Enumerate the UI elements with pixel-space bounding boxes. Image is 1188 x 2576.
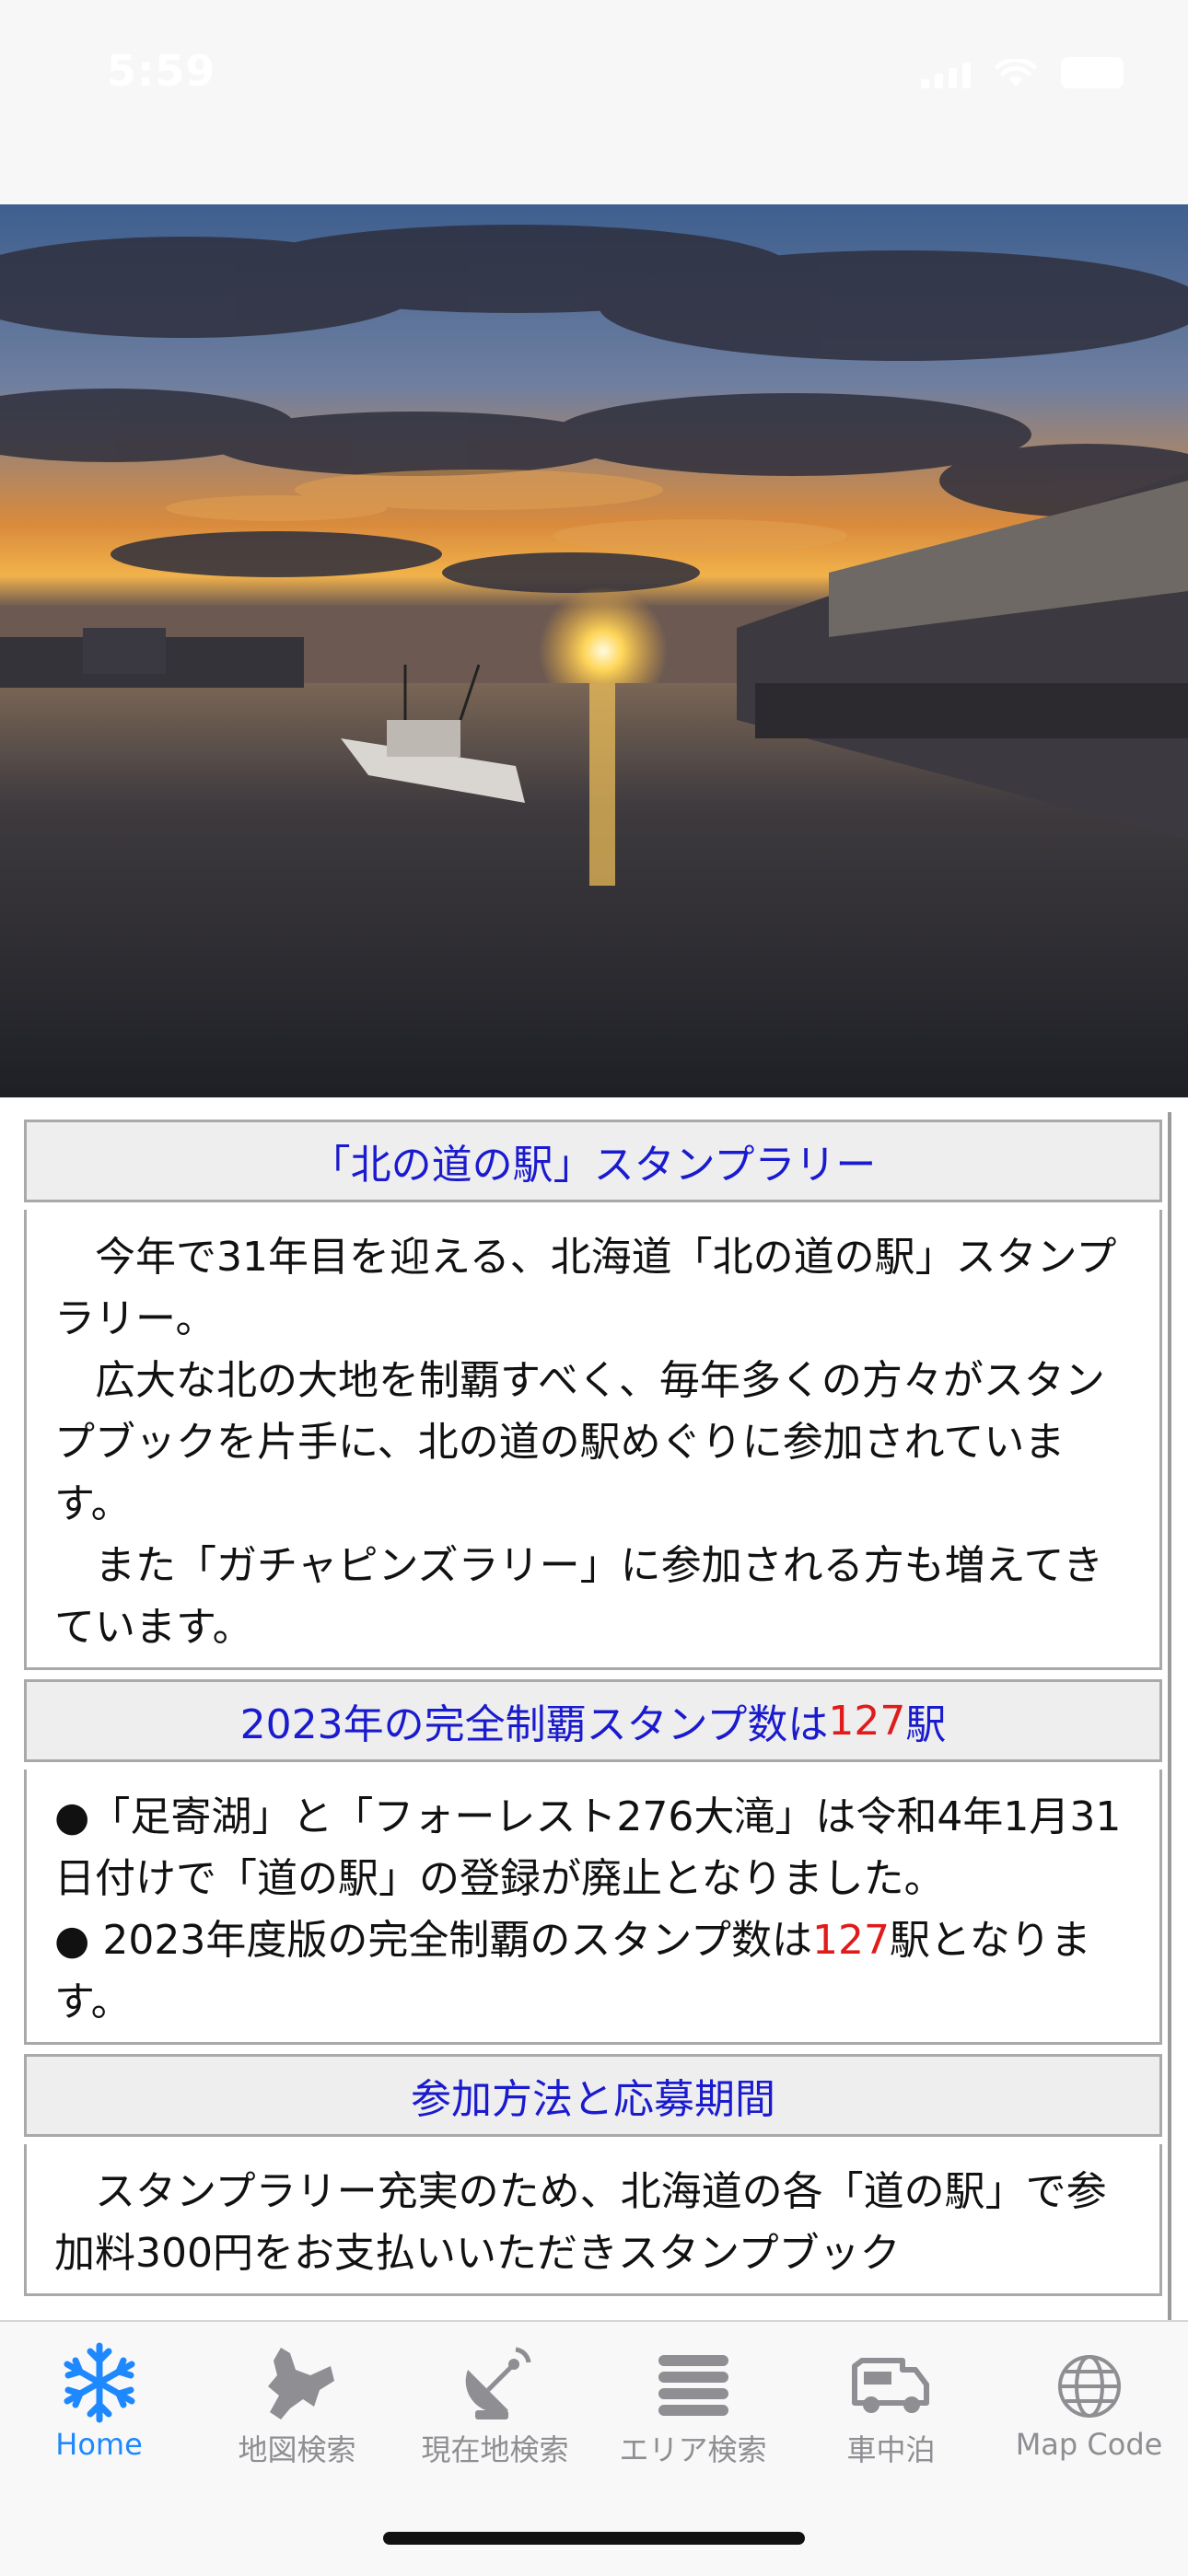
home-indicator[interactable] [383, 2532, 805, 2545]
tab-current-location[interactable]: 現在地検索 [396, 2338, 594, 2469]
stamp-count-title-suffix: 駅 [905, 1701, 947, 1748]
tab-car-camping[interactable]: 車中泊 [792, 2338, 990, 2469]
notice-bullet: ● 2023年度版の完全制覇のスタンプ数は127駅となります。 [54, 1909, 1132, 2033]
tab-label: Map Code [1015, 2427, 1163, 2462]
section-body-notices: ●「足寄湖」と「フォーレスト276大滝」は令和4年1月31日付けで「道の駅」の登… [24, 1770, 1162, 2045]
section-title-participation: 参加方法と応募期間 [24, 2054, 1162, 2137]
snowflake-icon [64, 2342, 134, 2423]
content-area: 「北の道の駅」スタンプラリー 今年で31年目を迎える、北海道「北の道の駅」スタン… [24, 1120, 1162, 2296]
globe-icon [1057, 2355, 1121, 2418]
tab-map-search[interactable]: 地図検索 [198, 2338, 396, 2469]
notice-bullet: ●「足寄湖」と「フォーレスト276大滝」は令和4年1月31日付けで「道の駅」の登… [54, 1793, 1122, 1902]
stamp-count-title-prefix: 2023年の完全制覇スタンプ数は [239, 1701, 829, 1748]
notice-stamp-count: 127 [812, 1917, 891, 1964]
section-body-participation: スタンプラリー充実のため、北海道の各「道の駅」で参加料300円をお支払いいただき… [24, 2144, 1162, 2296]
battery-icon [1061, 57, 1124, 88]
intro-paragraph: また「ガチャピンズラリー」に参加される方も増えてきています。 [54, 1542, 1104, 1651]
section-title-stamp-count: 2023年の完全制覇スタンプ数は 127 駅 [24, 1679, 1162, 1762]
stamp-count-value: 127 [828, 1697, 906, 1745]
notice-bullet-prefix: ● 2023年度版の完全制覇のスタンプ数は [54, 1917, 813, 1964]
section-title-stamp-rally: 「北の道の駅」スタンプラリー [24, 1120, 1162, 1202]
section-title-text: 「北の道の駅」スタンプラリー [309, 1142, 877, 1189]
tab-map-code[interactable]: Map Code [990, 2338, 1188, 2462]
intro-paragraph: 広大な北の大地を制覇すべく、毎年多くの方々がスタンプブックを片手に、北の道の駅め… [54, 1357, 1105, 1527]
hokkaido-map-icon [267, 2348, 334, 2419]
status-time: 5:59 [107, 46, 216, 96]
tab-label: 車中泊 [846, 2432, 936, 2467]
section-title-text: 参加方法と応募期間 [411, 2076, 775, 2123]
participation-paragraph: スタンプラリー充実のため、北海道の各「道の駅」で参加料300円をお支払いいただき… [54, 2168, 1107, 2277]
camper-van-icon [851, 2358, 929, 2413]
section-body-intro: 今年で31年目を迎える、北海道「北の道の駅」スタンプラリー。 広大な北の大地を制… [24, 1210, 1162, 1670]
tab-label: エリア検索 [619, 2432, 767, 2467]
intro-paragraph: 今年で31年目を迎える、北海道「北の道の駅」スタンプラリー。 [54, 1234, 1117, 1342]
wifi-icon [995, 59, 1037, 87]
tab-label: 地図検索 [238, 2432, 356, 2467]
tab-home[interactable]: Home [0, 2338, 198, 2462]
status-icons [921, 57, 1124, 88]
scroll-indicator[interactable] [1168, 1112, 1171, 2320]
hero-photo [0, 204, 1188, 1097]
tab-area-search[interactable]: エリア検索 [594, 2338, 792, 2469]
satellite-dish-icon [465, 2347, 530, 2419]
tab-label: 現在地検索 [421, 2432, 569, 2467]
harbor-sunset-illustration [0, 204, 1188, 1097]
tab-label: Home [55, 2427, 143, 2462]
cellular-signal-icon [921, 61, 971, 88]
list-lines-icon [658, 2355, 728, 2416]
status-bar: 5:59 [0, 0, 1188, 204]
